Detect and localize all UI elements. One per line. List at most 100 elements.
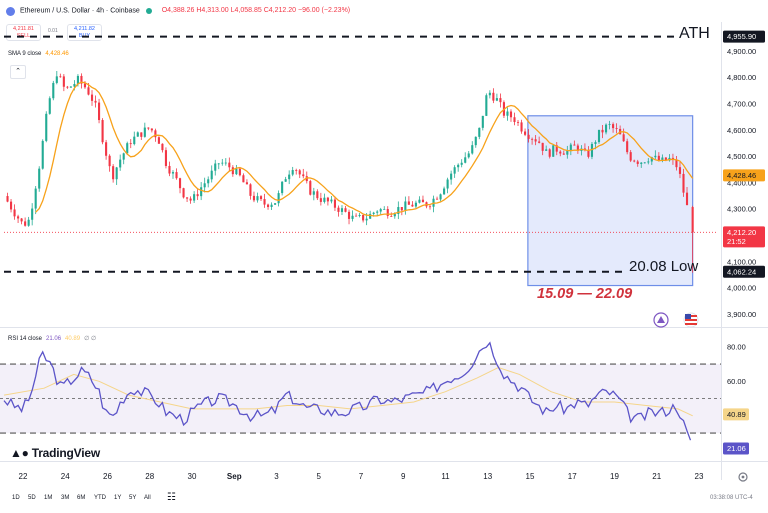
candle <box>418 196 421 204</box>
candle <box>266 203 270 210</box>
svg-text:40.89: 40.89 <box>727 410 746 419</box>
tf-1y[interactable]: 1Y <box>114 487 121 509</box>
svg-text:21.06: 21.06 <box>727 444 746 453</box>
candle <box>94 95 97 108</box>
price-tick: 4,700.00 <box>727 99 756 108</box>
tf-1d[interactable]: 1D <box>12 487 20 509</box>
candle <box>52 80 55 101</box>
date-range-icon[interactable]: ☷ <box>167 487 176 509</box>
us-flag-icon[interactable] <box>683 312 699 328</box>
current-price-tag: 4,212.2021:52 <box>723 226 765 248</box>
candle <box>24 217 27 227</box>
candle <box>193 191 196 204</box>
chart-canvas[interactable]: 4,900.00 4,800.00 4,700.00 4,600.00 4,500.00… <box>0 0 768 513</box>
candle <box>397 201 400 220</box>
candle <box>326 196 329 206</box>
replay-icon[interactable] <box>653 312 669 328</box>
rsi-tick: 80.00 <box>727 342 746 351</box>
candle <box>242 173 245 183</box>
candle <box>34 186 37 215</box>
candle <box>344 205 347 213</box>
rsi-tick: 60.00 <box>727 377 746 386</box>
time-tick: 19 <box>610 472 619 481</box>
candle <box>119 154 122 171</box>
candle <box>330 196 333 204</box>
candle <box>471 141 474 155</box>
time-tick: 7 <box>359 472 364 481</box>
candle <box>509 109 513 122</box>
tf-ytd[interactable]: YTD <box>94 487 106 509</box>
settings-gear-icon[interactable] <box>738 472 748 482</box>
svg-text:4,428.46: 4,428.46 <box>727 171 756 180</box>
candle <box>210 165 213 183</box>
candle <box>340 205 344 215</box>
candle <box>407 196 410 205</box>
candle <box>217 163 220 170</box>
candle <box>446 177 449 194</box>
tf-3m[interactable]: 3M <box>61 487 69 509</box>
tf-all[interactable]: All <box>144 487 151 509</box>
tradingview-logo[interactable]: ▲● TradingView <box>10 446 100 460</box>
candle <box>249 183 252 200</box>
candle <box>31 203 34 226</box>
rsi-axis[interactable]: 80.00 60.00 40.89 21.06 <box>723 342 749 455</box>
price-tick: 4,800.00 <box>727 73 756 82</box>
candle <box>45 111 48 143</box>
candle <box>488 90 491 99</box>
candle <box>284 176 287 182</box>
tf-5y[interactable]: 5Y <box>129 487 136 509</box>
candle <box>164 147 168 169</box>
candle <box>516 119 520 127</box>
time-axis[interactable]: 22 24 26 28 30 Sep 3 5 7 9 11 13 15 17 19 21 23 <box>19 472 704 481</box>
candle <box>386 206 389 219</box>
svg-text:4,212.20: 4,212.20 <box>727 228 756 237</box>
low-label: 20.08 Low <box>629 258 698 275</box>
candle <box>69 86 72 88</box>
candle <box>6 192 9 203</box>
candle <box>252 191 256 203</box>
candle <box>453 165 456 178</box>
candle <box>221 158 224 166</box>
candle <box>358 213 361 218</box>
price-tick: 4,600.00 <box>727 126 756 135</box>
tf-6m[interactable]: 6M <box>77 487 85 509</box>
candle <box>414 200 417 209</box>
time-tick: 13 <box>483 472 492 481</box>
candle <box>136 131 139 137</box>
candle <box>355 213 358 217</box>
candle <box>235 164 238 176</box>
svg-text:21:52: 21:52 <box>727 237 746 246</box>
candle <box>175 168 178 180</box>
candle <box>288 170 291 185</box>
candle <box>238 167 241 177</box>
candle <box>182 187 185 199</box>
candle <box>168 161 171 177</box>
candle <box>467 151 470 159</box>
candle <box>203 177 206 193</box>
low-price-tag: 4,062.24 <box>723 265 765 278</box>
candle <box>552 145 555 157</box>
candle <box>9 199 13 213</box>
candle <box>143 122 146 138</box>
candle <box>277 190 280 207</box>
candle <box>411 201 414 207</box>
rsi-value-tag: 21.06 <box>723 442 749 455</box>
candle <box>115 166 118 185</box>
clock-readout[interactable]: 03:38:08 UTC-4 <box>710 487 753 509</box>
price-axis[interactable]: 4,900.00 4,800.00 4,700.00 4,600.00 4,500.00… <box>727 47 756 319</box>
candle <box>435 196 439 200</box>
candle <box>499 93 502 108</box>
candle <box>80 73 83 89</box>
candle <box>506 107 509 121</box>
tf-1m[interactable]: 1M <box>44 487 52 509</box>
candle <box>347 209 351 225</box>
candle <box>59 73 62 78</box>
candle <box>105 139 108 160</box>
candle <box>112 164 115 183</box>
candle <box>256 192 259 203</box>
tf-5d[interactable]: 5D <box>28 487 36 509</box>
time-tick: 24 <box>61 472 70 481</box>
candle <box>383 206 386 210</box>
candle <box>443 186 446 195</box>
candle <box>62 74 65 92</box>
